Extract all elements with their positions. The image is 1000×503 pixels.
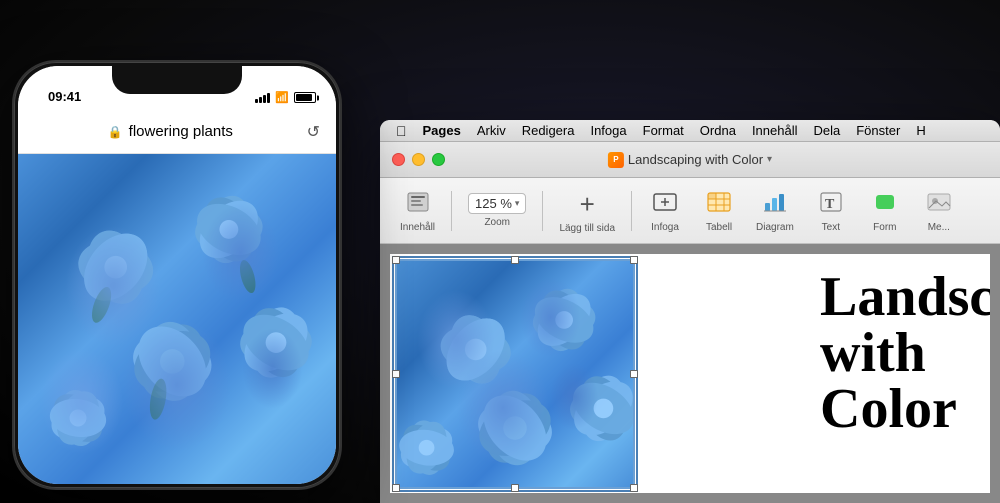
menu-infoga[interactable]: Infoga	[582, 120, 634, 142]
pages-app-icon: P	[608, 152, 624, 168]
diagram-label: Diagram	[756, 222, 794, 233]
toolbar: Innehåll 125 % ▾ Zoom + Lägg till sida	[380, 178, 1000, 244]
zoom-label: Zoom	[484, 217, 510, 228]
wifi-icon: 📶	[275, 91, 289, 104]
document-area: Landscapi with Color	[380, 244, 1000, 503]
selection-handle-bl	[392, 484, 400, 492]
iphone-status-icons: 📶	[255, 91, 316, 104]
selection-handle-mr	[630, 370, 638, 378]
toolbar-diagram-btn[interactable]: Diagram	[748, 185, 802, 237]
window-title-text: Landscaping with Color	[628, 152, 763, 167]
apple-menu[interactable]: 	[388, 120, 415, 142]
doc-canvas: Landscapi with Color	[380, 244, 1000, 503]
toolbar-separator-3	[631, 191, 632, 231]
menu-dela[interactable]: Dela	[805, 120, 848, 142]
selection-handle-br	[630, 484, 638, 492]
lock-icon: 🔒	[108, 125, 123, 139]
selection-handle-tr	[630, 256, 638, 264]
signal-icon	[255, 92, 270, 103]
selection-handle-tl	[392, 256, 400, 264]
zoom-value: 125 %	[475, 196, 512, 211]
toolbar-infoga-btn[interactable]: Infoga	[640, 185, 690, 237]
toolbar-form-btn[interactable]: Form	[860, 185, 910, 237]
form-label: Form	[873, 222, 896, 233]
toolbar-innehall-btn[interactable]: Innehåll	[392, 185, 443, 237]
toolbar-tabell-btn[interactable]: Tabell	[694, 185, 744, 237]
doc-page: Landscapi with Color	[390, 254, 990, 493]
zoom-chevron-icon: ▾	[515, 198, 520, 209]
media-label: Me...	[928, 222, 950, 233]
menu-format[interactable]: Format	[635, 120, 692, 142]
innehall-icon	[405, 189, 431, 219]
selection-handle-bm	[511, 484, 519, 492]
title-line1: Landscapi	[820, 266, 990, 328]
selection-handle-tm	[511, 256, 519, 264]
iphone-photo	[18, 154, 336, 484]
tabell-label: Tabell	[706, 222, 732, 233]
zoom-control[interactable]: 125 % ▾ Zoom	[460, 189, 534, 232]
toolbar-separator-1	[451, 191, 452, 231]
maximize-button[interactable]	[432, 153, 445, 166]
add-page-icon[interactable]: +	[571, 188, 603, 220]
iphone-mockup: 09:41 📶 🔒 flowering plants	[12, 60, 342, 490]
infoga-label: Infoga	[651, 222, 679, 233]
menu-h[interactable]: H	[908, 120, 933, 142]
book-title-area: Landscapi with Color	[810, 254, 990, 452]
title-line2: with Color	[820, 322, 957, 440]
iphone-notch	[112, 66, 242, 94]
toolbar-separator-2	[542, 191, 543, 231]
pages-flower-overlay	[397, 261, 633, 487]
toolbar-text-btn[interactable]: T Text	[806, 185, 856, 237]
form-icon	[872, 189, 898, 219]
selection-handle-ml	[392, 370, 400, 378]
menu-arkiv[interactable]: Arkiv	[469, 120, 514, 142]
battery-icon	[294, 92, 316, 103]
iphone-address-bar[interactable]: 🔒 flowering plants ↺	[18, 110, 336, 154]
book-title-text: Landscapi with Color	[820, 269, 980, 437]
toolbar-media-btn[interactable]: Me...	[914, 185, 964, 237]
svg-text:T: T	[825, 197, 835, 212]
menu-innehall[interactable]: Innehåll	[744, 120, 806, 142]
address-text: flowering plants	[129, 123, 233, 140]
text-icon: T	[818, 189, 844, 219]
innehall-label: Innehåll	[400, 222, 435, 233]
menu-fonster[interactable]: Fönster	[848, 120, 908, 142]
menu-pages[interactable]: Pages	[415, 120, 469, 142]
iphone-flower-overlay	[18, 154, 336, 484]
traffic-lights	[392, 153, 445, 166]
chevron-down-icon: ▾	[767, 154, 772, 165]
minimize-button[interactable]	[412, 153, 425, 166]
infoga-icon	[652, 189, 678, 219]
menu-redigera[interactable]: Redigera	[514, 120, 583, 142]
menu-bar:  Pages Arkiv Redigera Infoga Format Ord…	[380, 120, 1000, 142]
close-button[interactable]	[392, 153, 405, 166]
menu-ordna[interactable]: Ordna	[692, 120, 744, 142]
window-title: P Landscaping with Color ▾	[608, 152, 772, 168]
address-content: 🔒 flowering plants	[34, 123, 307, 140]
pages-photo[interactable]	[395, 259, 635, 489]
add-label: Lägg till sida	[559, 223, 615, 234]
text-label: Text	[822, 222, 840, 233]
reload-icon[interactable]: ↺	[307, 122, 320, 142]
toolbar-add-btn[interactable]: + Lägg till sida	[551, 184, 623, 238]
title-bar: P Landscaping with Color ▾	[380, 142, 1000, 178]
diagram-icon	[762, 189, 788, 219]
iphone-time: 09:41	[38, 89, 81, 104]
zoom-display: 125 % ▾	[468, 193, 526, 214]
mac-window:  Pages Arkiv Redigera Infoga Format Ord…	[380, 120, 1000, 503]
media-icon	[926, 189, 952, 219]
tabell-icon	[706, 189, 732, 219]
